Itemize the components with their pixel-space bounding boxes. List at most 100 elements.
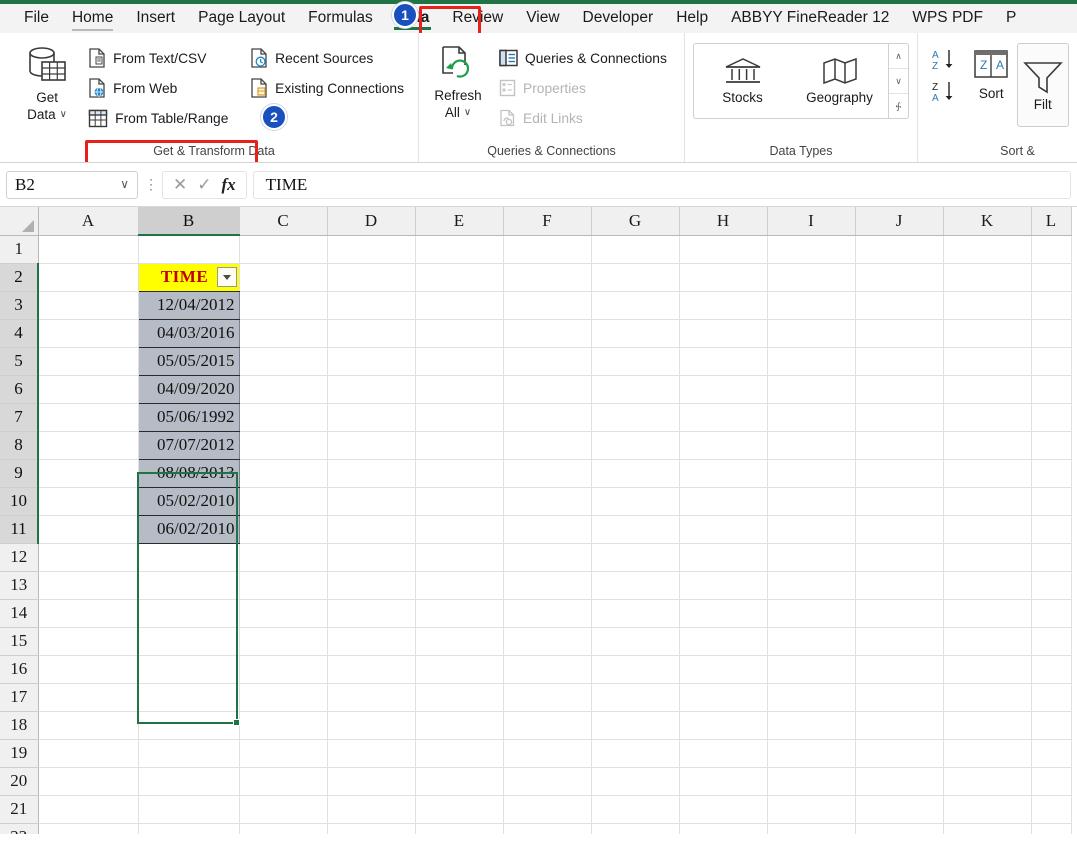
cell-K11[interactable]	[943, 515, 1031, 543]
cell-H5[interactable]	[679, 347, 767, 375]
cell-A11[interactable]	[38, 515, 138, 543]
cell-J14[interactable]	[855, 599, 943, 627]
cell-A5[interactable]	[38, 347, 138, 375]
row-header-18[interactable]: 18	[0, 711, 38, 739]
cell-K21[interactable]	[943, 795, 1031, 823]
cell-A1[interactable]	[38, 235, 138, 263]
cell-A14[interactable]	[38, 599, 138, 627]
column-header-k[interactable]: K	[943, 207, 1031, 235]
row-header-3[interactable]: 3	[0, 291, 38, 319]
ribbon-tab-page-layout[interactable]: Page Layout	[188, 6, 295, 31]
cell-K7[interactable]	[943, 403, 1031, 431]
cell-A13[interactable]	[38, 571, 138, 599]
row-header-15[interactable]: 15	[0, 627, 38, 655]
cell-L22[interactable]	[1031, 823, 1071, 834]
cell-I1[interactable]	[767, 235, 855, 263]
cell-G12[interactable]	[591, 543, 679, 571]
cell-E20[interactable]	[415, 767, 503, 795]
cell-B4[interactable]: 04/03/2016	[138, 319, 239, 347]
row-header-8[interactable]: 8	[0, 431, 38, 459]
cell-E9[interactable]	[415, 459, 503, 487]
cell-L9[interactable]	[1031, 459, 1071, 487]
cell-H10[interactable]	[679, 487, 767, 515]
row-header-19[interactable]: 19	[0, 739, 38, 767]
column-header-e[interactable]: E	[415, 207, 503, 235]
cell-D5[interactable]	[327, 347, 415, 375]
cell-C8[interactable]	[239, 431, 327, 459]
from-web-button[interactable]: From Web	[84, 75, 234, 101]
sort-descending-button[interactable]: ZA	[930, 79, 960, 105]
row-header-16[interactable]: 16	[0, 655, 38, 683]
cell-D13[interactable]	[327, 571, 415, 599]
cell-B8[interactable]: 07/07/2012	[138, 431, 239, 459]
cancel-icon[interactable]: ✕	[173, 176, 187, 193]
ribbon-tab-home[interactable]: Home	[62, 6, 123, 31]
data-types-scrollbar[interactable]: ∧ ∨ ⨗	[888, 44, 908, 118]
cell-J7[interactable]	[855, 403, 943, 431]
cell-G15[interactable]	[591, 627, 679, 655]
cell-B10[interactable]: 05/02/2010	[138, 487, 239, 515]
cell-E17[interactable]	[415, 683, 503, 711]
cell-G4[interactable]	[591, 319, 679, 347]
recent-sources-button[interactable]: Recent Sources	[246, 45, 410, 71]
row-header-22[interactable]: 22	[0, 823, 38, 834]
cell-D8[interactable]	[327, 431, 415, 459]
cell-G8[interactable]	[591, 431, 679, 459]
cell-G13[interactable]	[591, 571, 679, 599]
cell-H20[interactable]	[679, 767, 767, 795]
cell-D14[interactable]	[327, 599, 415, 627]
cell-A10[interactable]	[38, 487, 138, 515]
ribbon-tab-formulas[interactable]: Formulas	[298, 6, 383, 31]
cell-J18[interactable]	[855, 711, 943, 739]
get-data-button[interactable]: Get Data ∨	[18, 41, 76, 124]
cell-C12[interactable]	[239, 543, 327, 571]
cell-C3[interactable]	[239, 291, 327, 319]
cell-B13[interactable]	[138, 571, 239, 599]
cell-I19[interactable]	[767, 739, 855, 767]
cell-E11[interactable]	[415, 515, 503, 543]
cell-E13[interactable]	[415, 571, 503, 599]
cell-D15[interactable]	[327, 627, 415, 655]
cell-I17[interactable]	[767, 683, 855, 711]
row-header-11[interactable]: 11	[0, 515, 38, 543]
cell-K3[interactable]	[943, 291, 1031, 319]
cell-J15[interactable]	[855, 627, 943, 655]
cell-L1[interactable]	[1031, 235, 1071, 263]
cell-D3[interactable]	[327, 291, 415, 319]
row-header-13[interactable]: 13	[0, 571, 38, 599]
cell-K1[interactable]	[943, 235, 1031, 263]
cell-K19[interactable]	[943, 739, 1031, 767]
cell-B18[interactable]	[138, 711, 239, 739]
cell-E7[interactable]	[415, 403, 503, 431]
geography-button[interactable]: Geography	[791, 44, 888, 118]
cell-F12[interactable]	[503, 543, 591, 571]
cell-L12[interactable]	[1031, 543, 1071, 571]
cell-H11[interactable]	[679, 515, 767, 543]
cell-D19[interactable]	[327, 739, 415, 767]
cell-A20[interactable]	[38, 767, 138, 795]
cell-H6[interactable]	[679, 375, 767, 403]
cell-I22[interactable]	[767, 823, 855, 834]
refresh-all-button[interactable]: Refresh All ∨	[427, 41, 489, 122]
cell-F14[interactable]	[503, 599, 591, 627]
cell-H16[interactable]	[679, 655, 767, 683]
cell-H2[interactable]	[679, 263, 767, 291]
cell-J20[interactable]	[855, 767, 943, 795]
cell-B6[interactable]: 04/09/2020	[138, 375, 239, 403]
cell-I7[interactable]	[767, 403, 855, 431]
cell-C20[interactable]	[239, 767, 327, 795]
select-all-corner[interactable]	[0, 207, 38, 235]
cell-L3[interactable]	[1031, 291, 1071, 319]
cell-E16[interactable]	[415, 655, 503, 683]
cell-H15[interactable]	[679, 627, 767, 655]
queries-connections-button[interactable]: Queries & Connections	[495, 45, 673, 71]
cell-I13[interactable]	[767, 571, 855, 599]
cell-C4[interactable]	[239, 319, 327, 347]
cell-A7[interactable]	[38, 403, 138, 431]
cell-F10[interactable]	[503, 487, 591, 515]
formula-bar-grip[interactable]: ⋮	[144, 176, 156, 193]
cell-D17[interactable]	[327, 683, 415, 711]
cell-B16[interactable]	[138, 655, 239, 683]
chevron-down-icon[interactable]: ∨	[120, 177, 129, 192]
cell-B22[interactable]	[138, 823, 239, 834]
